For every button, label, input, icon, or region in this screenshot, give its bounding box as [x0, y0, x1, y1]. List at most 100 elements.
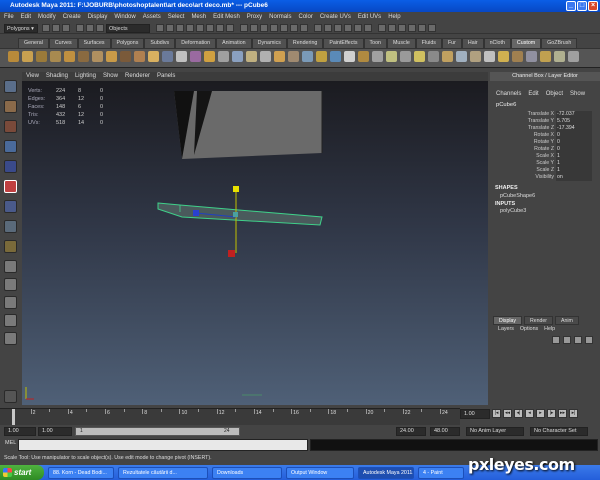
current-frame-field[interactable]: 1.00: [460, 409, 490, 419]
select-tool-icon[interactable]: [4, 80, 17, 93]
shelf-tab-subdivs[interactable]: Subdivs: [144, 38, 176, 48]
attribute-value-field[interactable]: 0: [556, 139, 592, 146]
status-line-button-icon[interactable]: [270, 24, 278, 32]
status-line-button-icon[interactable]: [186, 24, 194, 32]
selected-cube-pcube6[interactable]: [157, 202, 323, 226]
status-line-button-icon[interactable]: [250, 24, 258, 32]
attribute-value-field[interactable]: 1: [556, 167, 592, 174]
status-line-button-icon[interactable]: [280, 24, 288, 32]
channel-attribute-row[interactable]: Visibility on: [490, 174, 594, 181]
shelf-tool-icon[interactable]: [568, 51, 579, 62]
status-line-button-icon[interactable]: [240, 24, 248, 32]
anim-layer-dropdown[interactable]: No Anim Layer: [466, 427, 524, 436]
shelf-tool-icon[interactable]: [554, 51, 565, 62]
status-line-button-icon[interactable]: [324, 24, 332, 32]
layer-tab-anim[interactable]: Anim: [555, 316, 579, 325]
shelf-tool-icon[interactable]: [330, 51, 341, 62]
step-back-key-icon[interactable]: ◂◂: [503, 409, 512, 418]
status-line-button-icon[interactable]: [300, 24, 308, 32]
attribute-value-field[interactable]: 5.705: [556, 118, 592, 125]
menu-edit-uvs[interactable]: Edit UVs: [358, 12, 381, 22]
channel-attribute-row[interactable]: Scale Z1: [490, 167, 594, 174]
manip-y-handle[interactable]: [233, 186, 239, 192]
manip-x-handle[interactable]: [228, 250, 235, 257]
manip-center-handle[interactable]: [233, 212, 238, 217]
layout-two-icon[interactable]: [4, 296, 17, 309]
menu-normals[interactable]: Normals: [269, 12, 291, 22]
mel-label[interactable]: MEL: [5, 440, 16, 446]
move-layer-down-icon[interactable]: [563, 336, 571, 344]
scale-tool-icon[interactable]: [4, 180, 17, 193]
shelf-tool-icon[interactable]: [8, 51, 19, 62]
status-line-button-icon[interactable]: [86, 24, 94, 32]
move-tool-icon[interactable]: [4, 140, 17, 153]
time-slider[interactable]: 2 4 6 8 10 12 14 16 18 20 22 24: [0, 408, 460, 425]
shelf-tool-icon[interactable]: [386, 51, 397, 62]
character-set-dropdown[interactable]: No Character Set: [530, 427, 588, 436]
channel-attribute-row[interactable]: Rotate X0: [490, 132, 594, 139]
attribute-value-field[interactable]: 1: [556, 160, 592, 167]
status-line-button-icon[interactable]: [226, 24, 234, 32]
shelf-tab-ncloth[interactable]: nCloth: [483, 38, 511, 48]
layout-persp-outliner-icon[interactable]: [4, 314, 17, 327]
objects-selection-field[interactable]: Objects: [106, 24, 150, 33]
perspective-viewport[interactable]: Verts: 224 8 0 Edges: 364 12 0 Faces: 148 6 0 Tris: 4…: [22, 81, 488, 405]
channel-box-menu-show[interactable]: Show: [570, 90, 585, 99]
shelf-tool-icon[interactable]: [456, 51, 467, 62]
layout-single-icon[interactable]: [4, 260, 17, 273]
status-line-button-icon[interactable]: [378, 24, 386, 32]
menu-modify[interactable]: Modify: [38, 12, 56, 22]
channel-box-menu-edit[interactable]: Edit: [528, 90, 538, 99]
animation-start-field[interactable]: 1.00: [4, 427, 36, 436]
shelf-tool-icon[interactable]: [36, 51, 47, 62]
layer-tab-display[interactable]: Display: [493, 316, 523, 325]
status-line-button-icon[interactable]: [418, 24, 426, 32]
new-layer-selected-icon[interactable]: [585, 336, 593, 344]
window-title-bar[interactable]: Autodesk Maya 2011: F:\JOBURB\photoshopt…: [0, 0, 600, 12]
shelf-tool-icon[interactable]: [78, 51, 89, 62]
shape-node[interactable]: pCubeShape6: [500, 193, 535, 199]
menu-create[interactable]: Create: [63, 12, 81, 22]
step-forward-key-icon[interactable]: ▸▸: [558, 409, 567, 418]
lasso-tool-icon[interactable]: [4, 100, 17, 113]
shelf-tool-icon[interactable]: [470, 51, 481, 62]
status-line-button-icon[interactable]: [96, 24, 104, 32]
playback-start-field[interactable]: 1.00: [38, 427, 72, 436]
shelf-tool-icon[interactable]: [526, 51, 537, 62]
status-line-button-icon[interactable]: [344, 24, 352, 32]
play-forward-icon[interactable]: ▸: [536, 409, 545, 418]
step-forward-frame-icon[interactable]: |▸: [547, 409, 556, 418]
taskbar-item[interactable]: Autodesk Maya 2011...: [358, 467, 414, 479]
shelf-tab-polygons[interactable]: Polygons: [110, 38, 145, 48]
attribute-value-field[interactable]: 1: [556, 153, 592, 160]
taskbar-item[interactable]: Rezultatele căutării d...: [118, 467, 208, 479]
shelf-tool-icon[interactable]: [134, 51, 145, 62]
attribute-value-field[interactable]: 0: [556, 132, 592, 139]
channel-attribute-row[interactable]: Translate X -72.037: [490, 111, 594, 118]
shelf-tab-dynamics[interactable]: Dynamics: [251, 38, 287, 48]
hypershade-icon[interactable]: [4, 390, 17, 403]
shelf-tab-rendering[interactable]: Rendering: [286, 38, 324, 48]
attribute-value-field[interactable]: on: [556, 174, 592, 181]
menu-edit-mesh[interactable]: Edit Mesh: [213, 12, 240, 22]
channel-box-menu-object[interactable]: Object: [546, 90, 563, 99]
taskbar-item[interactable]: Output Window: [286, 467, 354, 479]
shelf-tool-icon[interactable]: [540, 51, 551, 62]
new-layer-icon[interactable]: [574, 336, 582, 344]
status-line-button-icon[interactable]: [62, 24, 70, 32]
step-back-frame-icon[interactable]: ◂|: [514, 409, 523, 418]
status-line-button-icon[interactable]: [364, 24, 372, 32]
shelf-tool-icon[interactable]: [414, 51, 425, 62]
shelf-tab-fluids[interactable]: Fluids: [415, 38, 442, 48]
shelf-tool-icon[interactable]: [106, 51, 117, 62]
rotate-tool-icon[interactable]: [4, 160, 17, 173]
menu-edit[interactable]: Edit: [21, 12, 31, 22]
menu-assets[interactable]: Assets: [143, 12, 161, 22]
shelf-tool-icon[interactable]: [400, 51, 411, 62]
taskbar-item[interactable]: Downloads: [212, 467, 282, 479]
status-line-button-icon[interactable]: [428, 24, 436, 32]
shelf-tool-icon[interactable]: [64, 51, 75, 62]
attribute-value-field[interactable]: 0: [556, 146, 592, 153]
status-line-button-icon[interactable]: [76, 24, 84, 32]
shelf-tool-icon[interactable]: [148, 51, 159, 62]
